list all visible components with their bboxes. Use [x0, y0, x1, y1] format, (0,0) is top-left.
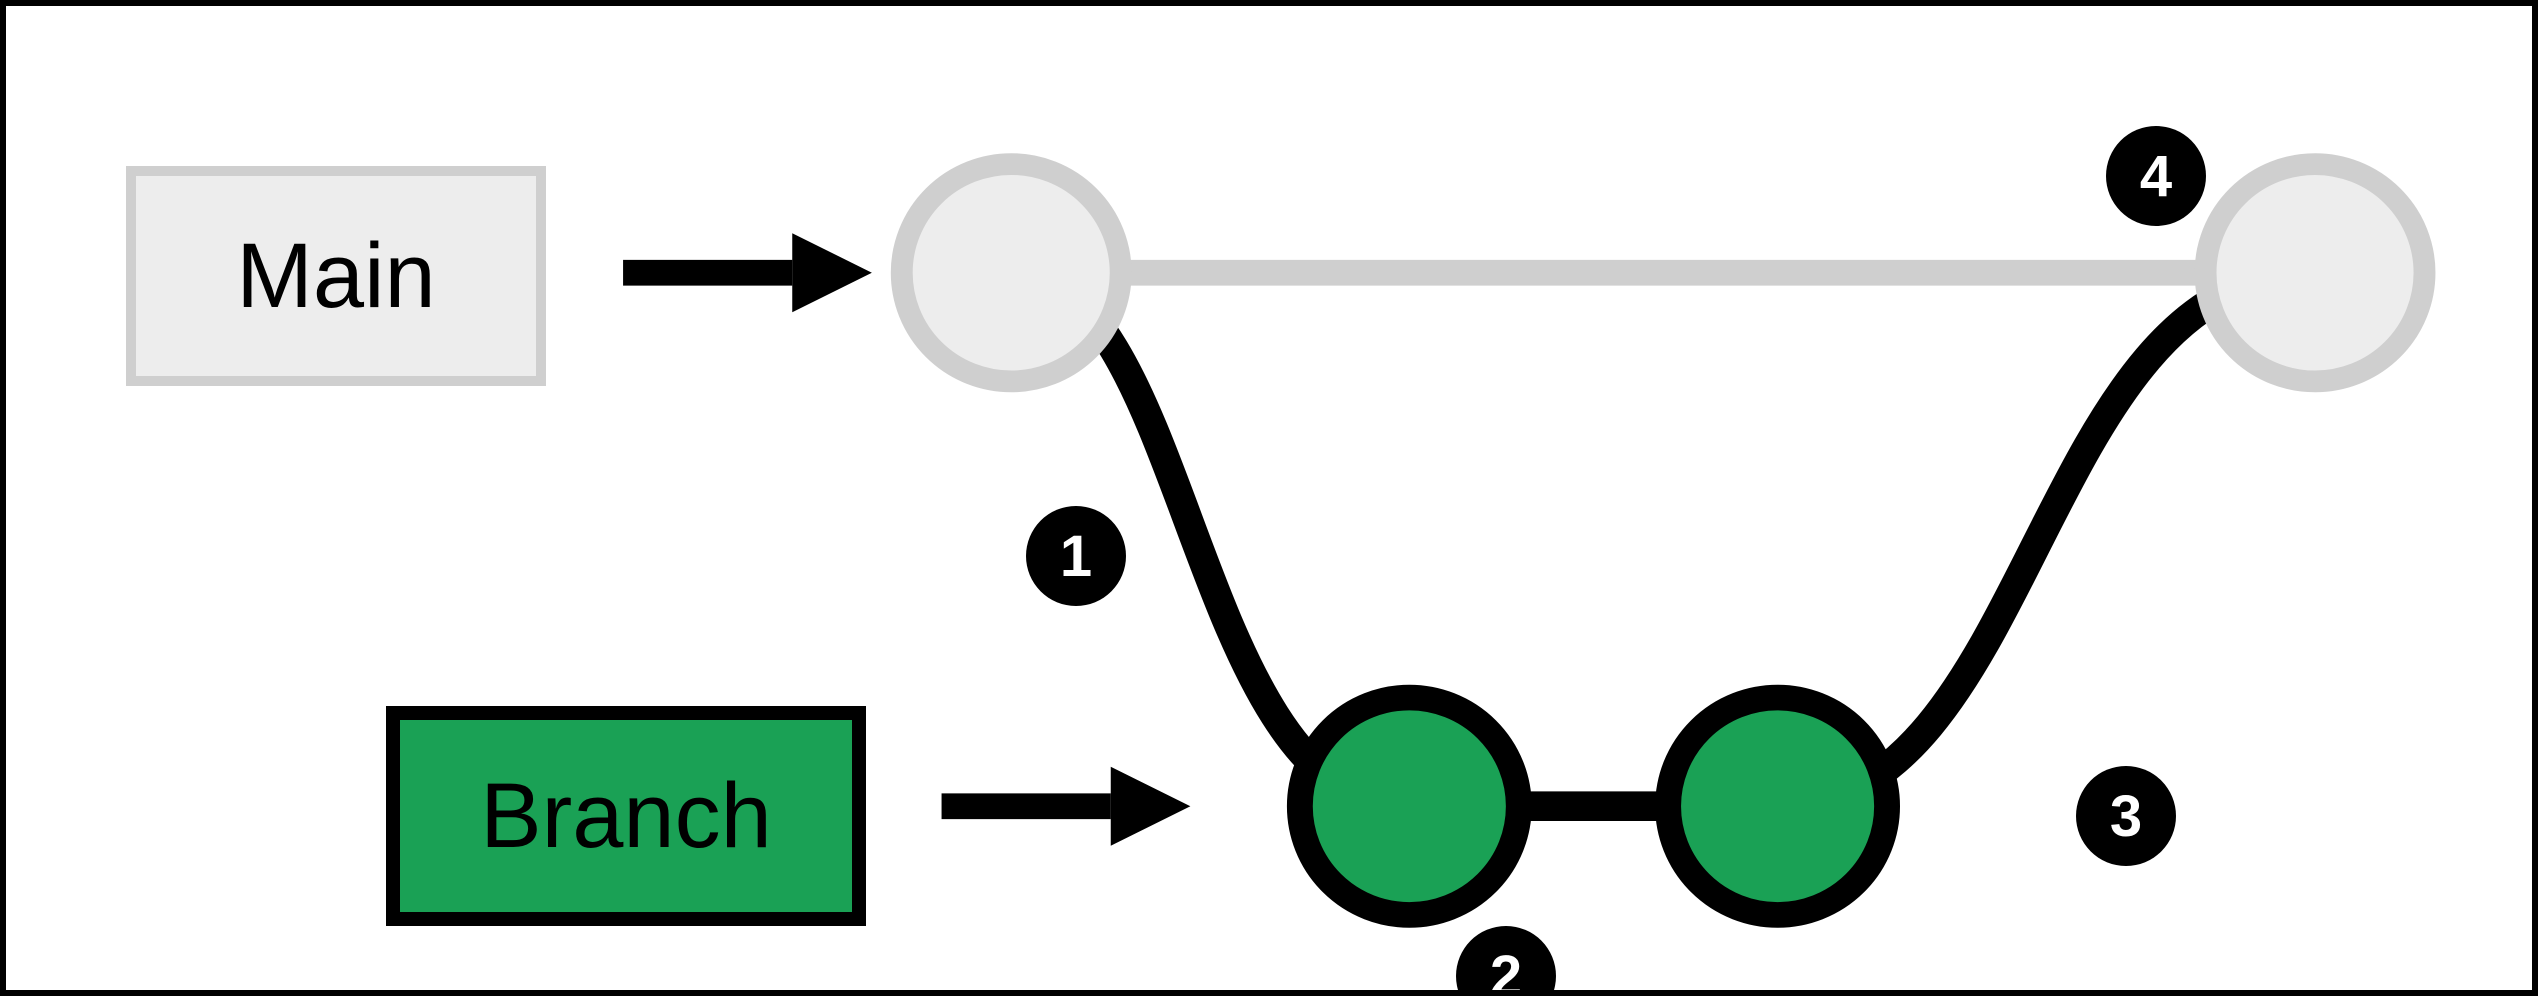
step-badge-4: 4: [2106, 126, 2206, 226]
commit-branch-2: [1668, 698, 1887, 915]
diagram-frame: Main Branch 1 2 3 4: [0, 0, 2538, 996]
commit-main-start: [902, 164, 1121, 381]
step-badge-3-text: 3: [2110, 783, 2142, 850]
step-badge-1: 1: [1026, 506, 1126, 606]
arrow-branch: [942, 767, 1191, 846]
step-badge-3: 3: [2076, 766, 2176, 866]
label-branch: Branch: [386, 706, 866, 926]
commit-main-merge: [2206, 164, 2425, 381]
step-badge-2-text: 2: [1490, 943, 1522, 996]
label-main-text: Main: [236, 230, 435, 322]
commit-branch-1: [1300, 698, 1519, 915]
label-branch-text: Branch: [480, 770, 772, 862]
step-badge-1-text: 1: [1060, 523, 1092, 590]
step-badge-4-text: 4: [2140, 143, 2172, 210]
arrow-main: [623, 233, 872, 312]
label-main: Main: [126, 166, 546, 386]
